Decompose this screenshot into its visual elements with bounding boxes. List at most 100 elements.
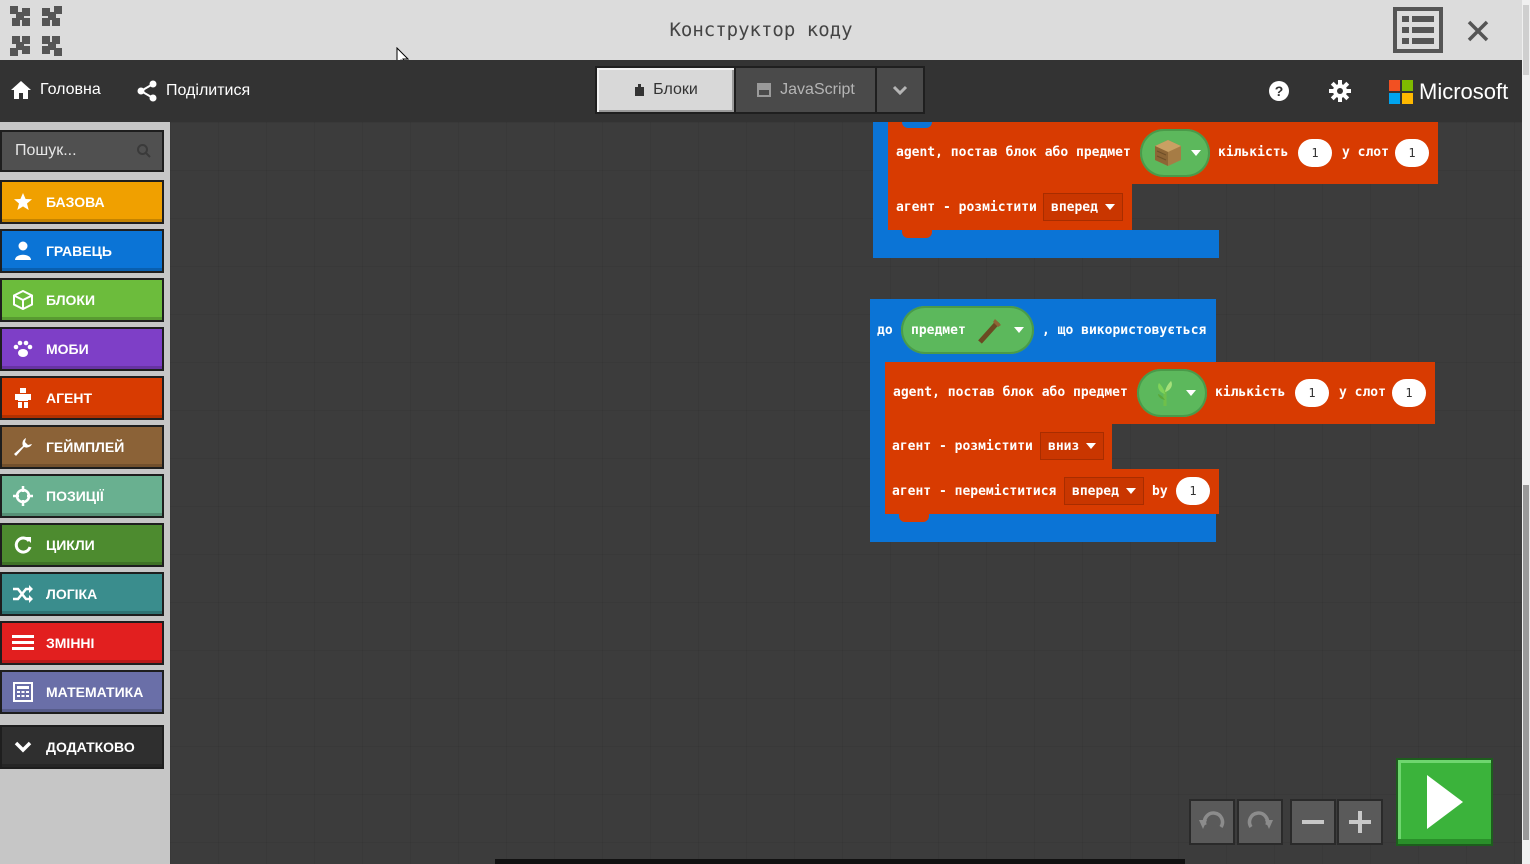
person-icon [15,241,31,260]
redo-icon [1247,811,1273,829]
category-gameplay[interactable]: ГЕЙМПЛЕЙ [0,425,164,469]
direction-dropdown[interactable]: вперед [1043,193,1123,221]
category-blocks[interactable]: БЛОКИ [0,278,164,322]
agent-place-block[interactable]: agent, постав блок або предмет кількість… [888,122,1438,184]
item-picker[interactable] [1140,129,1210,177]
category-label: ГЕЙМПЛЕЙ [46,439,125,455]
undo-button[interactable] [1189,799,1235,845]
toolbox: Пошук... БАЗОВА ГРАВЕЦЬ БЛОКИ МОБИ АГЕНТ… [0,122,170,864]
list-view-icon[interactable] [1393,7,1443,53]
home-icon [11,81,31,99]
category-basic[interactable]: БАЗОВА [0,180,164,224]
category-label: ЛОГІКА [46,586,98,602]
blocks-workspace[interactable]: agent, постав блок або предмет кількість… [170,122,1522,864]
share-button[interactable]: Поділитися [136,80,250,102]
chevron-down-icon [892,85,908,95]
window-title-bar: Конструктор коду [0,0,1522,61]
item-picker[interactable] [1137,369,1207,417]
chevron-down-icon [14,741,32,753]
scrollbar-thumb[interactable] [1523,485,1529,840]
event-suffix: , що використовується [1042,323,1207,338]
microsoft-logo[interactable]: Microsoft [1389,79,1508,105]
scrollbar-thumb[interactable] [1523,5,1529,75]
svg-text:?: ? [1275,83,1284,99]
agent-place-text: agent, постав блок або предмет [893,385,1128,400]
search-input[interactable]: Пошук... [15,142,136,160]
plus-icon [1349,811,1371,833]
category-advanced[interactable]: ДОДАТКОВО [0,725,164,769]
agent-move-block[interactable]: агент - переміститися вперед by 1 [885,469,1219,522]
language-dropdown-button[interactable] [877,66,925,114]
dropdown-arrow-icon [1086,443,1097,449]
slot-input[interactable]: 1 [1392,379,1426,407]
search-icon [137,144,151,158]
loop-icon [14,536,32,554]
dropdown-arrow-icon [1125,488,1136,494]
sapling-icon [1158,381,1172,406]
home-button[interactable]: Головна [10,80,101,100]
amount-input[interactable]: 1 [1298,139,1332,167]
play-icon [1426,775,1463,829]
move-direction-dropdown[interactable]: вперед [1064,477,1144,505]
menu-bar: Головна Поділитися Блоки JavaScript ? Mi… [0,60,1522,122]
tab-javascript[interactable]: JavaScript [736,66,877,114]
item-used-event-header[interactable]: до предмет , що використовується [870,299,1216,363]
direction-dropdown[interactable]: вниз [1040,432,1105,460]
category-label: БЛОКИ [46,292,96,308]
category-label: ПОЗИЦІЇ [46,488,104,504]
slot-label: у слот [1342,145,1389,160]
category-label: МОБИ [46,341,89,357]
redo-button[interactable] [1237,799,1283,845]
agent-place-direction-text: агент - розмістити [896,200,1037,215]
amount-label: кількість [1215,385,1286,400]
horizontal-scrollbar[interactable] [495,859,1185,864]
direction-value: вниз [1048,438,1080,454]
close-icon[interactable] [1466,19,1490,43]
category-math[interactable]: МАТЕМАТИКА [0,670,164,714]
category-label: МАТЕМАТИКА [46,684,144,700]
slot-input[interactable]: 1 [1395,139,1429,167]
slot-label: у слот [1339,385,1386,400]
microsoft-label: Microsoft [1419,79,1509,104]
tab-blocks[interactable]: Блоки [595,66,736,114]
category-label: ДОДАТКОВО [46,739,135,755]
agent-place-block[interactable]: agent, постав блок або предмет кількість… [885,362,1435,424]
category-mobs[interactable]: МОБИ [0,327,164,371]
category-logic[interactable]: ЛОГІКА [0,572,164,616]
agent-place-direction-block[interactable]: агент - розмістити вниз [885,424,1112,469]
category-agent[interactable]: АГЕНТ [0,376,164,420]
agent-icon [15,388,31,408]
window-title: Конструктор коду [669,19,853,41]
zoom-in-button[interactable] [1337,799,1383,845]
move-by-input[interactable]: 1 [1176,477,1210,505]
star-icon [14,193,32,210]
paw-icon [13,340,33,357]
agent-place-text: agent, постав блок або предмет [896,145,1131,160]
search-box[interactable]: Пошук... [0,130,164,172]
agent-place-direction-block[interactable]: агент - розмістити вперед [888,184,1132,238]
category-label: БАЗОВА [46,194,105,210]
shuffle-icon [13,585,33,603]
category-loops[interactable]: ЦИКЛИ [0,523,164,567]
amount-label: кількість [1218,145,1289,160]
tab-blocks-label: Блоки [653,81,698,98]
zoom-out-button[interactable] [1290,799,1336,845]
amount-input[interactable]: 1 [1295,379,1329,407]
category-label: ЗМІННІ [46,635,95,651]
event-item-picker[interactable]: предмет [901,306,1034,354]
move-direction-value: вперед [1072,483,1119,499]
undo-icon [1199,811,1225,829]
category-player[interactable]: ГРАВЕЦЬ [0,229,164,273]
settings-gear-icon[interactable] [1329,80,1351,102]
list-icon [12,635,34,650]
javascript-file-icon [757,83,772,97]
help-icon[interactable]: ? [1268,80,1290,102]
category-positions[interactable]: ПОЗИЦІЇ [0,474,164,518]
run-code-button[interactable] [1396,758,1493,846]
puzzle-piece-icon [635,84,645,96]
category-variables[interactable]: ЗМІННІ [0,621,164,665]
minus-icon [1302,820,1324,824]
tab-javascript-label: JavaScript [780,81,855,98]
stick-icon [977,319,1001,344]
dropdown-arrow-icon [1104,204,1115,210]
